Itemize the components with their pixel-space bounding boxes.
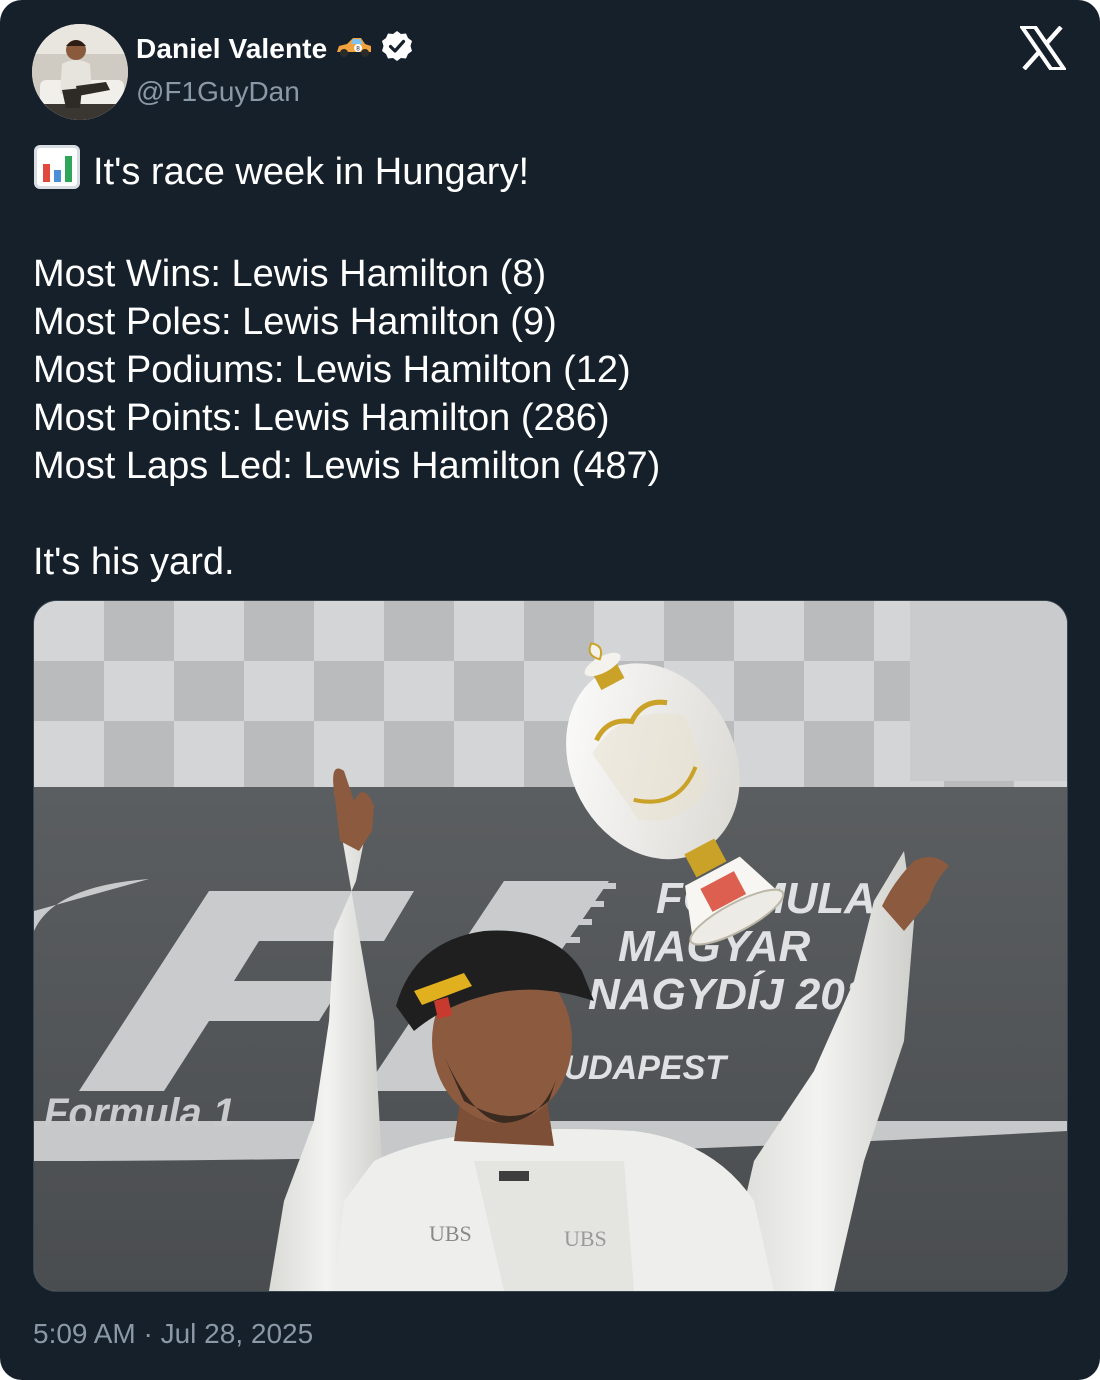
x-logo-icon[interactable] — [1018, 25, 1068, 71]
display-name[interactable]: Daniel Valente — [136, 33, 327, 65]
tweet-timestamp[interactable]: 5:09 AM · Jul 28, 2025 — [33, 1318, 313, 1350]
avatar[interactable] — [32, 24, 128, 120]
tweet-card: Daniel Valente 8 @F1GuyDan It's race wee… — [0, 0, 1100, 1380]
svg-text:8: 8 — [356, 46, 360, 53]
stat-line-points: Most Points: Lewis Hamilton (286) — [33, 397, 610, 439]
svg-text:UBS: UBS — [564, 1226, 607, 1251]
author-name-row[interactable]: Daniel Valente 8 — [136, 30, 413, 67]
tweet-body: It's race week in Hungary! Most Wins: Le… — [33, 144, 1063, 586]
svg-text:UBS: UBS — [429, 1221, 472, 1246]
stat-line-wins: Most Wins: Lewis Hamilton (8) — [33, 253, 547, 295]
banner-brand-text: Formula 1 — [44, 1091, 235, 1135]
tweet-photo[interactable]: Formula 1 FORMULA 1 MAGYAR NAGYDÍJ 2016 … — [33, 600, 1068, 1292]
bar-chart-emoji — [33, 144, 81, 202]
stat-line-poles: Most Poles: Lewis Hamilton (9) — [33, 301, 557, 343]
tweet-headline: It's race week in Hungary! — [93, 151, 529, 193]
tweet-headline-line: It's race week in Hungary! — [33, 144, 1063, 202]
race-car-emoji: 8 — [335, 34, 373, 63]
verified-badge-icon — [381, 30, 413, 67]
stat-line-laps-led: Most Laps Led: Lewis Hamilton (487) — [33, 445, 661, 487]
tweet-closing: It's his yard. — [33, 541, 235, 583]
author-handle[interactable]: @F1GuyDan — [136, 76, 300, 108]
stat-line-podiums: Most Podiums: Lewis Hamilton (12) — [33, 349, 631, 391]
